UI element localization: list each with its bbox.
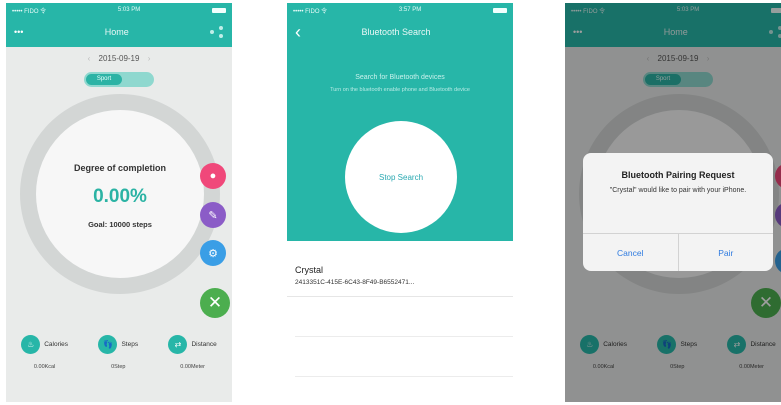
pairing-screen: ••••• FIDO 令 5:03 PM ••• Home ‹ 2015-09-…: [565, 3, 781, 402]
mode-toggle-label: Sport: [86, 74, 122, 85]
flame-icon: ♨: [21, 335, 41, 354]
battery-icon: [212, 7, 226, 13]
progress-ring: Degree of completion 0.00% Goal: 10000 s…: [36, 110, 204, 278]
stat-value: 0Step: [111, 364, 126, 370]
alert-title: Bluetooth Pairing Request: [621, 170, 735, 180]
prev-day-icon[interactable]: ‹: [88, 54, 91, 63]
stop-search-label: Stop Search: [378, 172, 424, 182]
alert-actions: Cancel Pair: [583, 233, 773, 271]
date-label: 2015-09-19: [98, 54, 140, 63]
pencil-icon: ✎: [208, 209, 218, 222]
record-button[interactable]: ●: [200, 163, 226, 189]
stat-label: Calories: [44, 341, 69, 348]
carrier-label: ••••• FIDO 令: [293, 8, 328, 15]
status-time: 5:03 PM: [117, 7, 141, 13]
device-id: 2413351C-415E-6C43-8F49-B6552471...: [295, 279, 415, 286]
stat-calories: ♨ Calories 0.00Kcal: [21, 335, 68, 370]
status-bar: ••••• FIDO 令 5:03 PM: [6, 3, 232, 17]
page-title: Bluetooth Search: [361, 27, 431, 37]
stat-label: Steps: [121, 341, 139, 348]
menu-button[interactable]: •••: [14, 27, 23, 37]
search-hint-title: Search for Bluetooth devices: [355, 74, 445, 81]
close-icon: ✕: [207, 293, 223, 312]
pairing-alert: Bluetooth Pairing Request "Crystal" woul…: [583, 153, 773, 271]
pair-button[interactable]: Pair: [677, 234, 774, 271]
search-hint-body: Turn on the bluetooth enable phone and B…: [330, 87, 470, 93]
stat-value: 0.00Meter: [180, 364, 206, 370]
stat-value: 0.00Kcal: [33, 364, 56, 370]
battery-icon: [493, 7, 507, 13]
stats-row: ♨ Calories 0.00Kcal 👣 Steps 0Step ⇄ Dist…: [6, 335, 232, 370]
completion-percent: 0.00%: [93, 186, 147, 207]
list-item: [295, 377, 513, 402]
home-screen: ••••• FIDO 令 5:03 PM ••• Home ‹ 2015-09-…: [6, 3, 232, 402]
device-name: Crystal: [295, 265, 324, 275]
date-selector: ‹ 2015-09-19 ›: [6, 54, 232, 63]
bluetooth-search-screen: ••••• FIDO 令 3:57 PM ‹ Bluetooth Search …: [287, 3, 513, 402]
nav-bar: ••• Home: [6, 17, 232, 47]
stat-label: Distance: [191, 341, 217, 348]
cancel-button[interactable]: Cancel: [583, 234, 678, 271]
microphone-icon: ●: [209, 170, 217, 182]
edit-button[interactable]: ✎: [200, 202, 226, 228]
status-time: 3:57 PM: [398, 7, 422, 13]
gear-icon: ⚙: [208, 247, 218, 260]
alert-message: "Crystal" would like to pair with your i…: [609, 187, 747, 194]
search-panel: ••••• FIDO 令 3:57 PM ‹ Bluetooth Search …: [287, 3, 513, 241]
list-item: [295, 337, 513, 377]
next-day-icon[interactable]: ›: [148, 54, 151, 63]
stop-search-button[interactable]: Stop Search: [345, 121, 457, 233]
footprint-icon: 👣: [98, 335, 118, 354]
nav-bar: ‹ Bluetooth Search: [287, 17, 513, 47]
device-list-item[interactable]: Crystal 2413351C-415E-6C43-8F49-B6552471…: [287, 241, 513, 286]
stat-steps: 👣 Steps 0Step: [98, 335, 138, 370]
carrier-label: ••••• FIDO 令: [12, 8, 47, 15]
stat-distance: ⇄ Distance 0.00Meter: [168, 335, 217, 370]
page-title: Home: [104, 27, 129, 37]
completion-title: Degree of completion: [73, 163, 166, 173]
close-menu-button[interactable]: ✕: [200, 288, 230, 318]
settings-button[interactable]: ⚙: [200, 240, 226, 266]
status-bar: ••••• FIDO 令 3:57 PM: [287, 3, 513, 17]
share-icon[interactable]: [210, 26, 224, 38]
mode-toggle[interactable]: Sport: [84, 72, 154, 87]
list-item: [295, 297, 513, 337]
goal-label: Goal: 10000 steps: [88, 220, 152, 229]
distance-icon: ⇄: [168, 335, 188, 354]
